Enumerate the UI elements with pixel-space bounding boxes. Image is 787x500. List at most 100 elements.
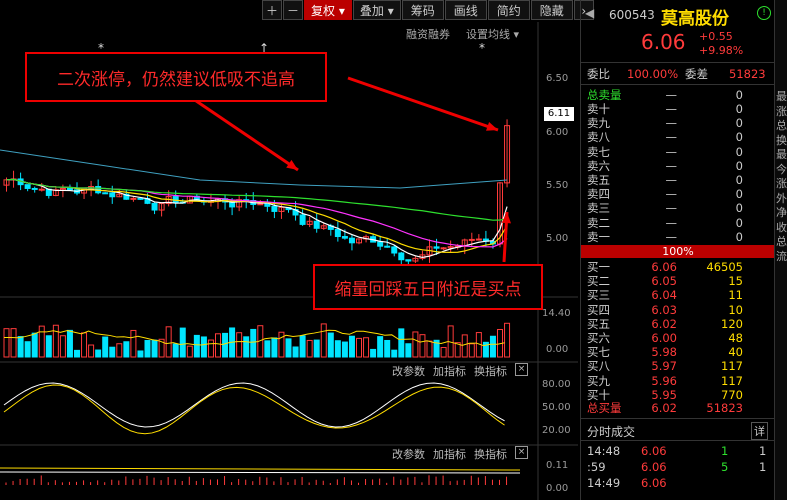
order-volume: 117: [721, 359, 743, 374]
candle-body: [172, 196, 179, 203]
candle-body: [440, 247, 447, 250]
buy-level-row[interactable]: 买七 5.98 40: [581, 345, 775, 359]
volume-bar: [313, 339, 320, 358]
chips-button[interactable]: 筹码: [401, 0, 444, 20]
candle-body: [66, 187, 73, 191]
sell-total-row[interactable]: 总卖量 — 0: [581, 88, 775, 102]
volume-bar: [306, 339, 313, 358]
overlay-button[interactable]: 叠加 ▾: [352, 0, 401, 20]
volume-bar: [299, 335, 306, 358]
hide-button[interactable]: 隐藏: [530, 0, 573, 20]
add-indicator-button[interactable]: 加指标: [433, 446, 466, 462]
margin-trading-link[interactable]: 融资融券: [406, 26, 450, 42]
swap-indicator-button[interactable]: 换指标: [474, 446, 507, 462]
tick-price: 6.06: [641, 476, 667, 490]
tick-row: :59 6.06 5 1: [581, 460, 775, 474]
sell-level-row[interactable]: 卖四 — 0: [581, 187, 775, 201]
order-volume: 117: [721, 373, 743, 388]
close-icon[interactable]: ×: [515, 446, 528, 459]
volume-bar: [10, 328, 17, 358]
macd-pane-controls: 改参数 加指标 换指标 ×: [392, 446, 528, 462]
buy-level-row[interactable]: 买五 6.02 120: [581, 317, 775, 331]
params-button[interactable]: 改参数: [392, 446, 425, 462]
close-icon[interactable]: ×: [515, 363, 528, 376]
simple-button[interactable]: 简约: [487, 0, 530, 20]
price-change: +0.55: [699, 30, 733, 43]
swap-indicator-button[interactable]: 换指标: [474, 363, 507, 379]
sell-level-row[interactable]: 卖七 — 0: [581, 145, 775, 159]
prev-stock-icon[interactable]: ◀: [585, 6, 594, 20]
buy-total-row[interactable]: 总买量 6.02 51823: [581, 401, 775, 415]
volume-bar: [405, 343, 412, 358]
order-volume: 0: [735, 215, 743, 230]
kline-chart-area[interactable]: * ↑ * ＋ － 复权 ▾ 叠加 ▾ 筹码 画线 简约 隐藏 › 融资融券 设置均…: [0, 0, 594, 500]
buy-level-row[interactable]: 买八 5.97 117: [581, 359, 775, 373]
volume-bar: [144, 340, 151, 358]
candle-body: [433, 246, 440, 249]
stats-label: 流: [776, 249, 787, 263]
candle-body: [334, 228, 341, 238]
volume-bar: [327, 332, 334, 358]
order-volume: 10: [728, 302, 743, 317]
volume-bar: [334, 340, 341, 358]
order-price: —: [665, 158, 678, 173]
order-price: —: [665, 130, 678, 145]
add-indicator-button[interactable]: 加指标: [433, 363, 466, 379]
zoom-in-button[interactable]: ＋: [262, 0, 282, 20]
buy-level-row[interactable]: 买六 6.00 48: [581, 331, 775, 345]
sell-level-row[interactable]: 卖三 — 0: [581, 201, 775, 215]
volume-bar: [250, 328, 257, 358]
sell-level-row[interactable]: 卖九 — 0: [581, 116, 775, 130]
kdj-axis-label: 20.00: [542, 425, 571, 436]
volume-bar: [370, 348, 377, 358]
volume-bar: [95, 349, 102, 358]
volume-bar: [292, 346, 299, 358]
volume-bar: [426, 340, 433, 358]
candle-body: [475, 238, 482, 241]
order-volume: 48: [728, 331, 743, 345]
kdj-d-line: [3, 384, 505, 435]
order-price: 6.00: [651, 331, 677, 345]
order-price: 5.97: [651, 359, 677, 374]
buy-level-row[interactable]: 买三 6.04 11: [581, 288, 775, 302]
ma-settings-link[interactable]: 设置均线 ▾: [466, 26, 519, 42]
sell-level-row[interactable]: 卖二 — 0: [581, 216, 775, 230]
volume-bar: [24, 341, 31, 358]
candle-body: [313, 220, 320, 229]
zoom-out-button[interactable]: －: [283, 0, 303, 20]
sell-level-row[interactable]: 卖十 — 0: [581, 102, 775, 116]
volume-bar: [391, 349, 398, 358]
ticks-title: 分时成交: [587, 425, 636, 439]
volume-bar: [200, 336, 207, 358]
params-button[interactable]: 改参数: [392, 363, 425, 379]
candle-body: [398, 252, 405, 261]
fuquan-button[interactable]: 复权 ▾: [304, 0, 352, 20]
sell-level-row[interactable]: 卖八 — 0: [581, 130, 775, 144]
order-price: 6.04: [651, 288, 677, 303]
buy-level-row[interactable]: 买四 6.03 10: [581, 303, 775, 317]
volume-bar: [348, 335, 355, 358]
buy-level-row[interactable]: 买九 5.96 117: [581, 374, 775, 388]
sell-level-row[interactable]: 卖一 — 0: [581, 230, 775, 244]
volume-bar: [123, 341, 130, 358]
buy-level-row[interactable]: 买十 5.95 770: [581, 388, 775, 402]
buy-level-row[interactable]: 买二 6.05 15: [581, 274, 775, 288]
order-price: —: [665, 144, 678, 159]
order-label: 卖十: [587, 102, 610, 116]
volume-bar: [398, 328, 405, 358]
ticks-detail-button[interactable]: 详: [751, 422, 768, 440]
volume-bar: [243, 336, 250, 358]
stats-panel-edge: 最涨总换最今涨外净收总流: [774, 0, 787, 500]
volume-bar: [468, 343, 475, 358]
draw-line-button[interactable]: 画线: [444, 0, 487, 20]
buy-level-row[interactable]: 买一 6.06 46505: [581, 260, 775, 274]
volume-bar: [384, 339, 391, 358]
sell-level-row[interactable]: 卖六 — 0: [581, 159, 775, 173]
sell-level-row[interactable]: 卖五 — 0: [581, 173, 775, 187]
order-price: 6.06: [651, 260, 677, 274]
volume-bar: [151, 339, 158, 358]
tick-time: 14:48: [587, 444, 621, 458]
order-volume: 0: [735, 88, 743, 102]
order-label: 卖四: [587, 187, 610, 202]
info-icon[interactable]: !: [757, 6, 771, 20]
